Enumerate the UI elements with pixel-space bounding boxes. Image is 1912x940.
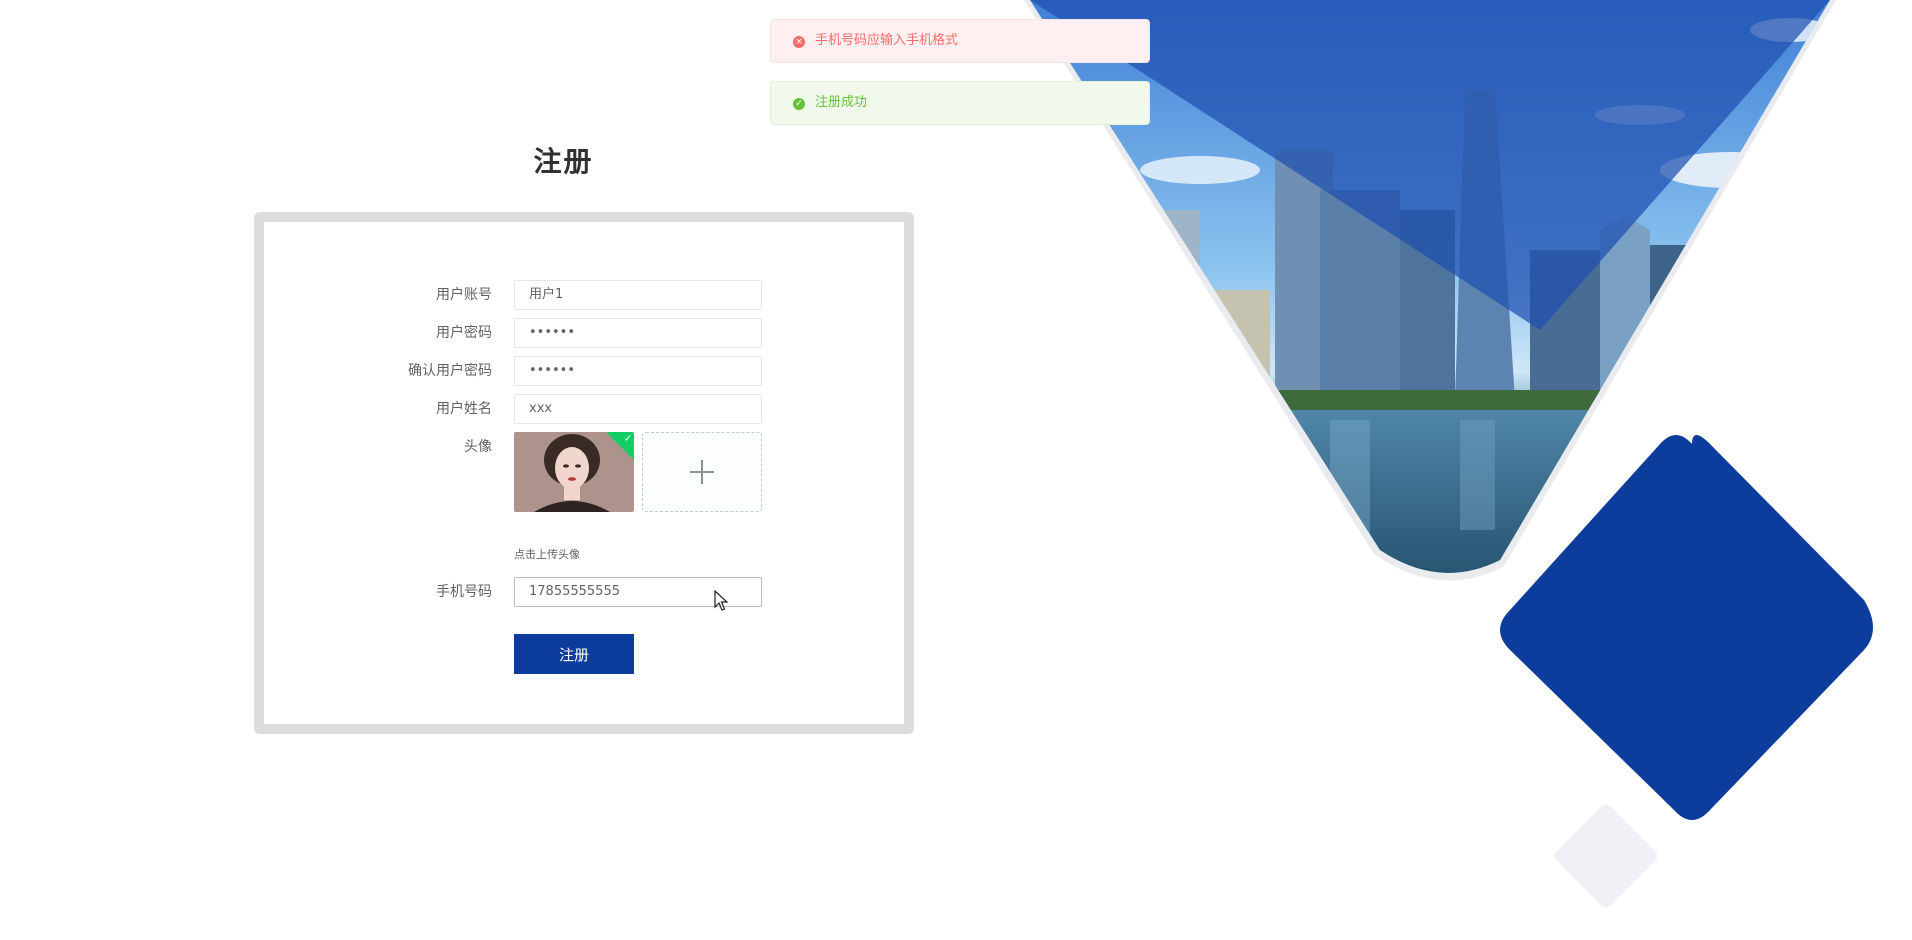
- confirm-password-row: 确认用户密码 ••••••: [264, 356, 904, 386]
- register-form-card: 用户账号 用户1 用户密码 •••••• 确认用户密码 •••••• 用户姓名 …: [254, 212, 914, 734]
- avatar-label: 头像: [464, 439, 492, 455]
- error-circle-icon: ×: [793, 36, 805, 48]
- account-row: 用户账号 用户1: [264, 280, 904, 310]
- success-message: ✓ 注册成功: [770, 81, 1150, 125]
- register-submit-button[interactable]: 注册: [514, 634, 634, 674]
- confirm-password-input[interactable]: ••••••: [514, 356, 762, 386]
- account-input[interactable]: 用户1: [514, 280, 762, 310]
- error-message: × 手机号码应输入手机格式: [770, 19, 1150, 63]
- avatar-image: [514, 432, 634, 512]
- avatar-row: 头像 ✓: [264, 432, 904, 512]
- account-label: 用户账号: [436, 287, 492, 303]
- mouse-cursor-icon: [714, 590, 728, 611]
- password-input[interactable]: ••••••: [514, 318, 762, 348]
- success-circle-icon: ✓: [793, 98, 805, 110]
- page-title: 注册: [533, 145, 594, 178]
- name-input[interactable]: xxx: [514, 394, 762, 424]
- name-label: 用户姓名: [436, 401, 492, 417]
- phone-label: 手机号码: [436, 584, 492, 600]
- name-row: 用户姓名 xxx: [264, 394, 904, 424]
- phone-row: 手机号码 17855555555: [264, 577, 904, 607]
- avatar-thumbnail[interactable]: ✓: [514, 432, 634, 512]
- avatar-upload-button[interactable]: [642, 432, 762, 512]
- error-message-text: 手机号码应输入手机格式: [815, 33, 959, 48]
- password-row: 用户密码 ••••••: [264, 318, 904, 348]
- confirm-password-label: 确认用户密码: [408, 363, 492, 379]
- avatar-upload-tip: 点击上传头像: [514, 548, 580, 561]
- plus-icon: [690, 460, 714, 484]
- success-message-text: 注册成功: [815, 95, 868, 110]
- check-icon: ✓: [623, 433, 633, 445]
- password-label: 用户密码: [436, 325, 492, 341]
